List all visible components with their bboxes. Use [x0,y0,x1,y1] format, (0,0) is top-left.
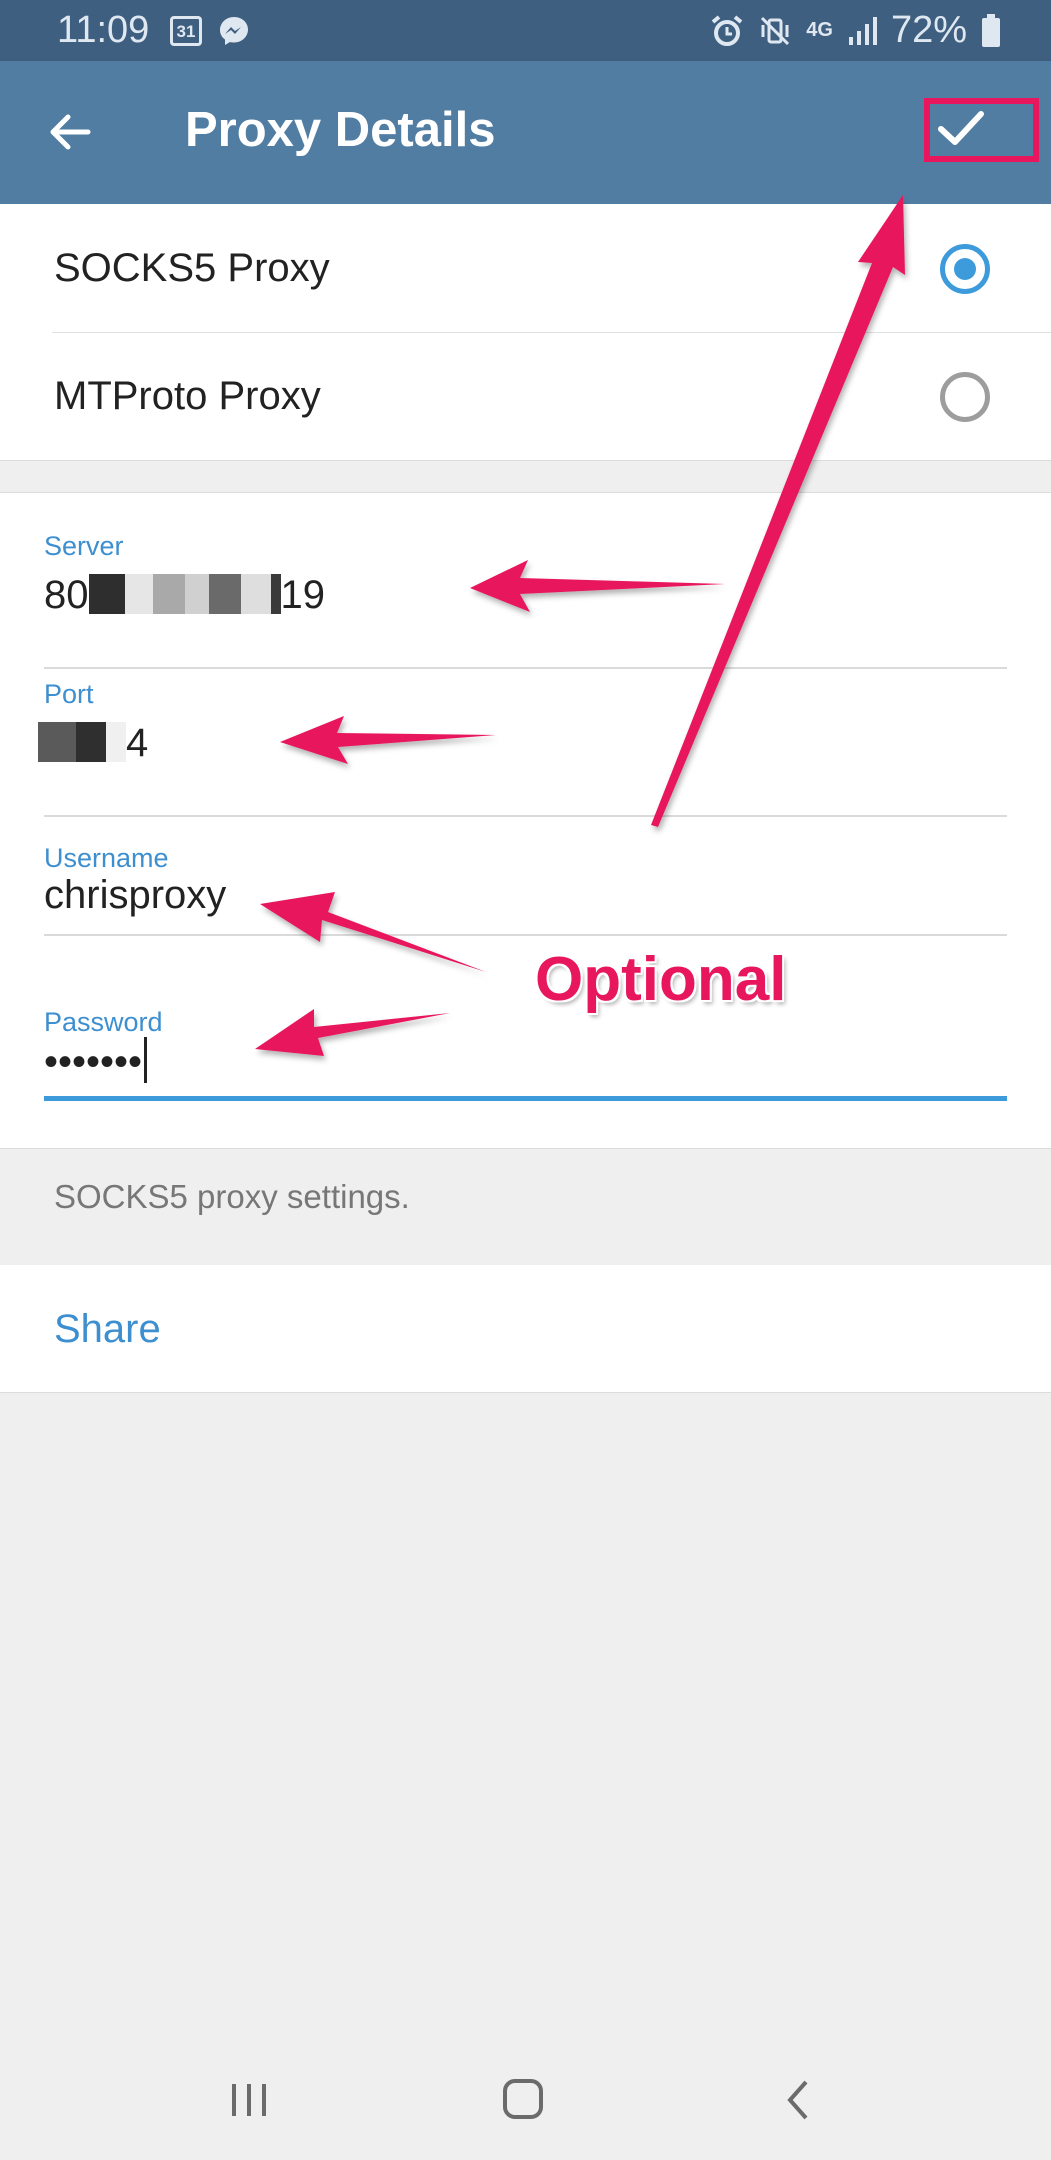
password-input[interactable]: ••••••• [44,1037,148,1085]
password-label: Password [44,1007,163,1037]
username-input[interactable]: chrisproxy [44,873,226,918]
redacted-block [88,574,125,614]
password-underline [44,1096,1007,1101]
signal-icon [847,15,877,47]
back-nav-icon[interactable] [762,2070,832,2130]
redacted-block [152,574,185,614]
port-input[interactable]: 4 [38,721,148,766]
username-field[interactable]: Username chrisproxy [44,843,1007,955]
server-label: Server [44,531,124,561]
username-label: Username [44,843,169,873]
proxy-type-option-socks5[interactable]: SOCKS5 Proxy [0,204,1051,332]
proxy-fields-panel: Server 80 19 Port 4 Username chrisproxy P… [0,492,1051,1149]
proxy-type-label: SOCKS5 Proxy [54,246,330,290]
vibrate-mute-icon [758,14,792,48]
redacted-block [240,574,271,614]
port-underline [44,815,1007,817]
server-underline [44,667,1007,669]
password-value: ••••••• [44,1040,143,1084]
alarm-icon [710,14,744,48]
redacted-block [208,574,241,614]
text-cursor [144,1037,148,1083]
radio-unselected-icon[interactable] [940,372,990,422]
radio-selected-icon[interactable] [940,244,990,294]
server-value-start: 80 [44,573,89,617]
battery-icon [981,13,1001,48]
status-time: 11:09 [57,9,150,51]
back-arrow-icon[interactable] [40,101,102,163]
port-value-end: 4 [126,721,149,765]
messenger-icon [218,14,250,57]
redacted-block [106,722,126,762]
app-bar: Proxy Details [0,61,1051,204]
share-button[interactable]: Share [54,1307,161,1352]
page-title: Proxy Details [185,103,496,157]
redacted-block [270,574,281,614]
network-type-icon: 4G [806,19,833,41]
optional-annotation: Optional [535,945,787,1014]
username-underline [44,934,1007,936]
password-field[interactable]: Password ••••••• [44,1007,1007,1119]
proxy-hint: SOCKS5 proxy settings. [54,1178,410,1215]
calendar-icon: 31 [170,16,202,46]
redacted-block [184,574,209,614]
home-icon[interactable] [488,2070,558,2130]
done-button-highlight-box [924,98,1039,162]
proxy-type-panel: SOCKS5 Proxy MTProto Proxy [0,204,1051,461]
port-label: Port [44,679,94,709]
redacted-block [76,722,106,762]
redacted-block [124,574,153,614]
recents-icon[interactable] [214,2070,284,2130]
port-field[interactable]: Port 4 [38,679,1007,817]
share-row[interactable]: Share [0,1265,1051,1393]
server-value-end: 19 [280,573,326,617]
redacted-block [38,722,76,762]
server-field[interactable]: Server 80 19 [44,531,1007,669]
battery-percent: 72% [890,9,967,51]
system-nav-bar [0,2040,1051,2160]
server-input[interactable]: 80 19 [44,573,325,618]
status-bar: 11:09 31 4G 72% [0,0,1051,61]
proxy-type-option-mtproto[interactable]: MTProto Proxy [0,332,1051,460]
proxy-type-label: MTProto Proxy [54,374,321,418]
